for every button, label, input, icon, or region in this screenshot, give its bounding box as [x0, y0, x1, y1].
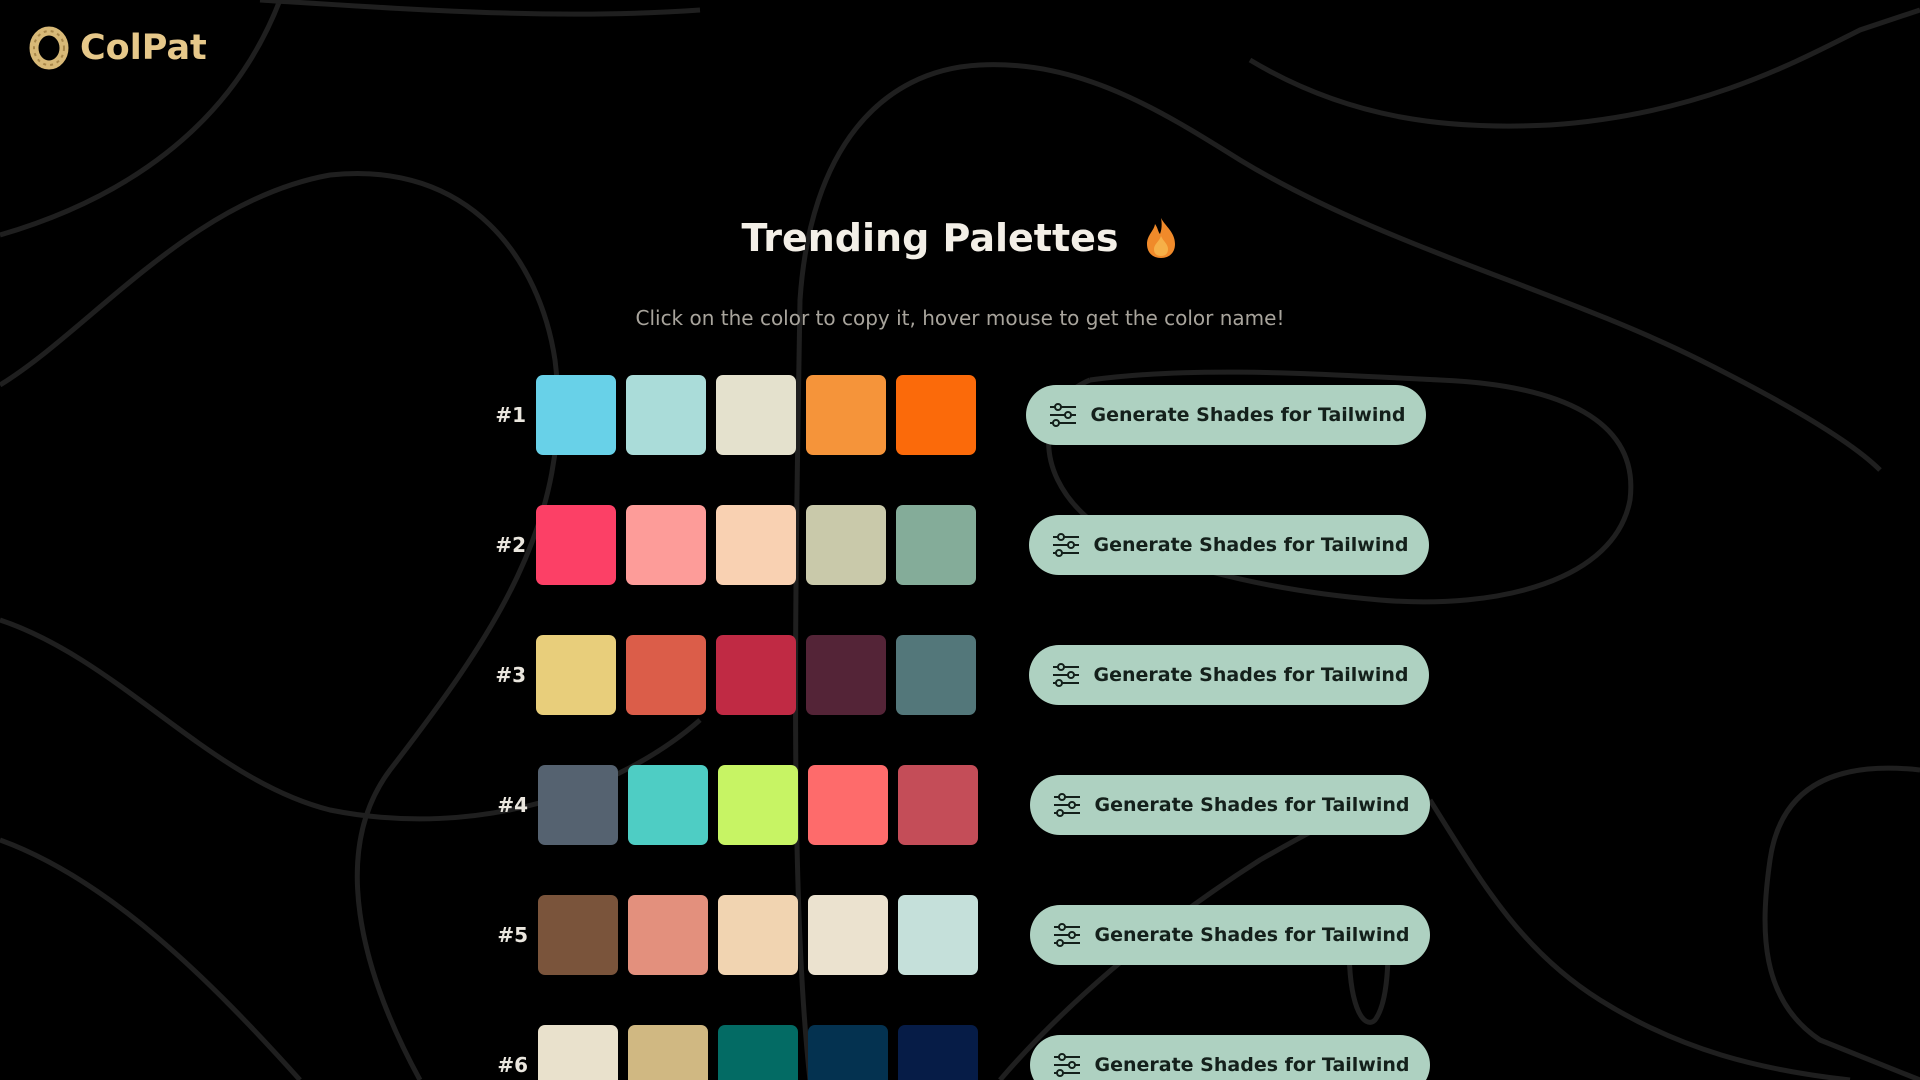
- contour-line: [1248, 7, 1920, 129]
- color-swatch[interactable]: [898, 895, 978, 975]
- color-swatch[interactable]: [896, 505, 976, 585]
- palette-row: #1: [490, 375, 976, 455]
- color-swatch[interactable]: [718, 765, 798, 845]
- page-subtitle: Click on the color to copy it, hover mou…: [635, 306, 1285, 330]
- color-swatch[interactable]: [808, 765, 888, 845]
- color-swatch[interactable]: [538, 1025, 618, 1080]
- color-swatch[interactable]: [898, 765, 978, 845]
- sliders-icon: [1052, 533, 1079, 557]
- palette-row: #3: [490, 635, 976, 715]
- palette-row: #5: [492, 895, 978, 975]
- generate-shades-label: Generate Shades for Tailwind: [1093, 534, 1409, 556]
- contour-line: [0, 837, 302, 1080]
- contour-line: [259, 0, 701, 17]
- color-swatch[interactable]: [806, 375, 886, 455]
- generate-shades-label: Generate Shades for Tailwind: [1090, 404, 1406, 426]
- color-swatch[interactable]: [536, 375, 616, 455]
- palette-rank: #4: [497, 793, 528, 817]
- generate-shades-label: Generate Shades for Tailwind: [1094, 1054, 1410, 1076]
- palette-row: #4: [492, 765, 978, 845]
- color-swatch[interactable]: [718, 1025, 798, 1080]
- palette-row: #2: [490, 505, 976, 585]
- color-swatch[interactable]: [808, 895, 888, 975]
- sliders-icon: [1052, 663, 1079, 687]
- sliders-icon: [1049, 403, 1076, 427]
- palette-rank: #2: [495, 533, 526, 557]
- logo-text: ColPat: [80, 28, 207, 68]
- color-swatch[interactable]: [628, 1025, 708, 1080]
- color-swatch[interactable]: [806, 635, 886, 715]
- color-swatch[interactable]: [716, 375, 796, 455]
- color-swatch[interactable]: [806, 505, 886, 585]
- color-swatch[interactable]: [808, 1025, 888, 1080]
- page: ColPat Trending Palettes Click on the co…: [0, 0, 1920, 1080]
- swatch-group: [538, 765, 978, 845]
- palette-rank: #3: [495, 663, 526, 687]
- color-swatch[interactable]: [718, 895, 798, 975]
- color-swatch[interactable]: [626, 505, 706, 585]
- sliders-icon: [1053, 793, 1080, 817]
- generate-shades-button[interactable]: Generate Shades for Tailwind: [1026, 385, 1426, 445]
- contour-line: [1427, 798, 1851, 1080]
- generate-shades-label: Generate Shades for Tailwind: [1093, 664, 1409, 686]
- contour-line: [1762, 765, 1920, 1080]
- color-swatch[interactable]: [626, 635, 706, 715]
- swatch-group: [538, 895, 978, 975]
- generate-shades-button[interactable]: Generate Shades for Tailwind: [1030, 905, 1430, 965]
- color-swatch[interactable]: [536, 635, 616, 715]
- palette-rank: #1: [495, 403, 526, 427]
- color-swatch[interactable]: [898, 1025, 978, 1080]
- palette-row: #6: [492, 1025, 978, 1080]
- color-swatch[interactable]: [538, 765, 618, 845]
- page-header: Trending Palettes: [0, 216, 1920, 260]
- generate-shades-label: Generate Shades for Tailwind: [1094, 924, 1410, 946]
- ring-logo-icon: [29, 26, 69, 70]
- color-swatch[interactable]: [536, 505, 616, 585]
- palette-rank: #5: [497, 923, 528, 947]
- generate-shades-button[interactable]: Generate Shades for Tailwind: [1030, 775, 1430, 835]
- color-swatch[interactable]: [716, 635, 796, 715]
- sliders-icon: [1053, 923, 1080, 947]
- sliders-icon: [1053, 1053, 1080, 1077]
- generate-shades-button[interactable]: Generate Shades for Tailwind: [1029, 645, 1429, 705]
- palette-rank: #6: [497, 1053, 528, 1077]
- generate-shades-button[interactable]: Generate Shades for Tailwind: [1029, 515, 1429, 575]
- page-title: Trending Palettes: [741, 216, 1119, 260]
- generate-shades-button[interactable]: Generate Shades for Tailwind: [1030, 1035, 1430, 1080]
- swatch-group: [536, 375, 976, 455]
- fire-icon: [1146, 218, 1175, 258]
- color-swatch[interactable]: [716, 505, 796, 585]
- color-swatch[interactable]: [628, 765, 708, 845]
- color-swatch[interactable]: [626, 375, 706, 455]
- color-swatch[interactable]: [628, 895, 708, 975]
- color-swatch[interactable]: [896, 375, 976, 455]
- color-swatch[interactable]: [538, 895, 618, 975]
- swatch-group: [536, 635, 976, 715]
- swatch-group: [538, 1025, 978, 1080]
- generate-shades-label: Generate Shades for Tailwind: [1094, 794, 1410, 816]
- swatch-group: [536, 505, 976, 585]
- color-swatch[interactable]: [896, 635, 976, 715]
- logo[interactable]: ColPat: [28, 26, 207, 70]
